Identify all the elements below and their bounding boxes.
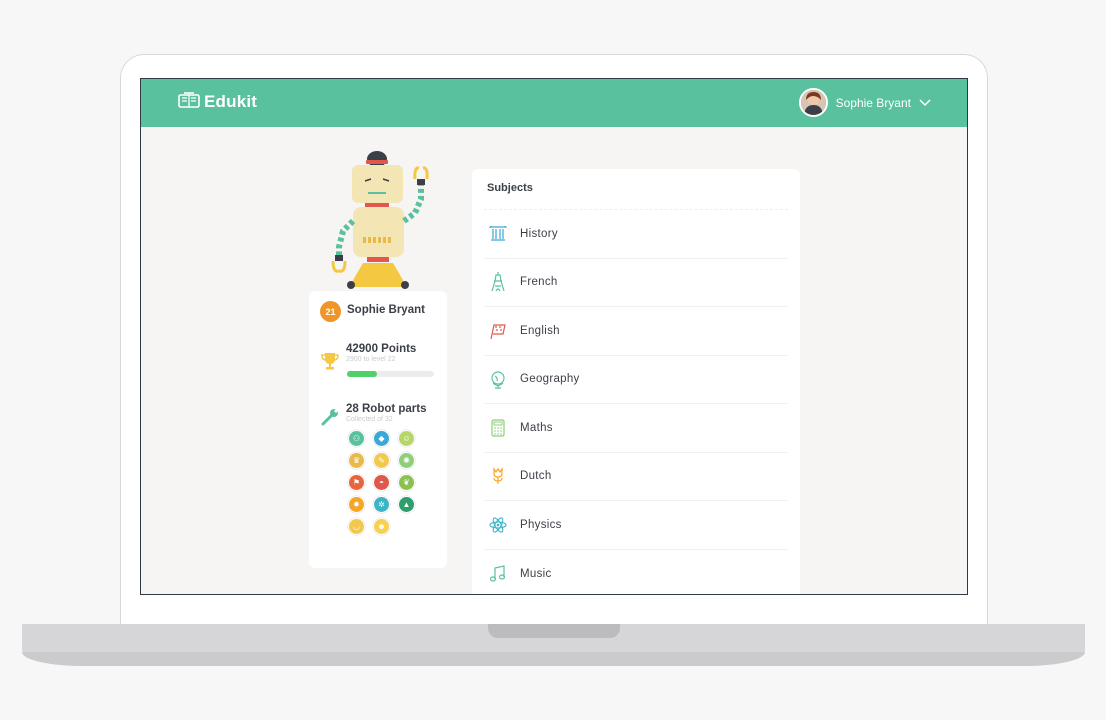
subject-label: Music xyxy=(520,567,552,580)
robot-illustration xyxy=(325,151,435,295)
flag-icon xyxy=(488,321,508,341)
subject-item-french[interactable]: French xyxy=(484,259,788,307)
subject-item-geography[interactable]: Geography xyxy=(484,356,788,404)
emoji-icon: ☻ xyxy=(373,518,390,535)
lion-icon: ☺ xyxy=(398,430,415,447)
level-progress-fill xyxy=(347,371,378,377)
flag-icon: ⚑ xyxy=(348,474,365,491)
subject-label: Maths xyxy=(520,421,553,434)
cog-icon: ✺ xyxy=(398,452,415,469)
subject-item-english[interactable]: English xyxy=(484,307,788,356)
subject-item-maths[interactable]: Maths xyxy=(484,404,788,453)
brand-name: Edukit xyxy=(204,92,258,111)
subject-item-physics[interactable]: Physics xyxy=(484,501,788,550)
book-icon xyxy=(178,92,200,112)
robot-parts-title: 28 Robot parts xyxy=(346,403,427,415)
points-subtitle: 2900 to level 22 xyxy=(346,356,396,363)
subject-label: Dutch xyxy=(520,470,552,483)
robot-parts-section: 28 Robot parts Collected of 32 xyxy=(320,403,427,432)
subject-label: Physics xyxy=(520,518,562,531)
subject-label: French xyxy=(520,276,558,289)
people-icon: ⚇ xyxy=(348,430,365,447)
laptop-notch xyxy=(488,624,620,638)
eiffel-tower-icon xyxy=(488,272,508,292)
music-note-icon xyxy=(488,564,508,584)
laptop-mockup: Edukit Sophie Bryant 21 Sophie Bryant 42… xyxy=(0,0,1106,720)
film-icon: ✲ xyxy=(373,496,390,513)
top-bar: Edukit Sophie Bryant xyxy=(141,79,967,127)
leaf-icon: ❦ xyxy=(398,474,415,491)
subject-label: English xyxy=(520,324,560,337)
subject-item-dutch[interactable]: Dutch xyxy=(484,453,788,501)
sunglasses-icon: ◡ xyxy=(348,518,365,535)
chevron-down-icon[interactable] xyxy=(919,96,931,110)
calculator-icon xyxy=(488,418,508,438)
tulip-icon xyxy=(488,466,508,486)
subjects-card: Subjects History French English Geography Ma… xyxy=(472,169,800,595)
subject-item-history[interactable]: History xyxy=(484,210,788,259)
column-icon xyxy=(488,224,508,244)
robot-parts-subtitle: Collected of 32 xyxy=(346,416,393,423)
profile-header: 21 Sophie Bryant xyxy=(320,301,425,322)
subjects-list: History French English Geography Maths Dutch P… xyxy=(484,210,788,595)
subject-item-music[interactable]: Music xyxy=(484,550,788,595)
level-progress-bar xyxy=(347,371,434,377)
trophy-icon xyxy=(320,351,340,376)
atom-icon xyxy=(488,515,508,535)
tree-icon: ▲ xyxy=(398,496,415,513)
user-menu[interactable]: Sophie Bryant xyxy=(798,88,931,117)
subjects-title: Subjects xyxy=(487,182,533,194)
badge-grid: ⚇ ◆ ☺ ♛ ✎ ✺ ⚑ ◓ ❦ ✸ ✲ ▲ ◡ ☻ xyxy=(348,430,415,535)
app-screen: Edukit Sophie Bryant 21 Sophie Bryant 42… xyxy=(140,78,968,595)
diamond-icon: ◆ xyxy=(373,430,390,447)
laptop-base-bottom xyxy=(22,652,1085,666)
helmet-icon: ◓ xyxy=(373,474,390,491)
level-badge: 21 xyxy=(320,301,341,322)
subject-label: Geography xyxy=(520,373,580,386)
subject-label: History xyxy=(520,227,558,240)
wrench-icon xyxy=(320,407,340,432)
user-name: Sophie Bryant xyxy=(835,95,911,110)
crown-icon: ♛ xyxy=(348,452,365,469)
profile-name: Sophie Bryant xyxy=(347,304,425,316)
points-title: 42900 Points xyxy=(346,343,417,355)
globe-icon xyxy=(488,369,508,389)
star-icon: ✸ xyxy=(348,496,365,513)
profile-card: 21 Sophie Bryant 42900 Points 2900 to le… xyxy=(309,291,447,568)
avatar[interactable] xyxy=(798,88,828,117)
brand-logo[interactable]: Edukit xyxy=(178,92,257,112)
feather-icon: ✎ xyxy=(373,452,390,469)
